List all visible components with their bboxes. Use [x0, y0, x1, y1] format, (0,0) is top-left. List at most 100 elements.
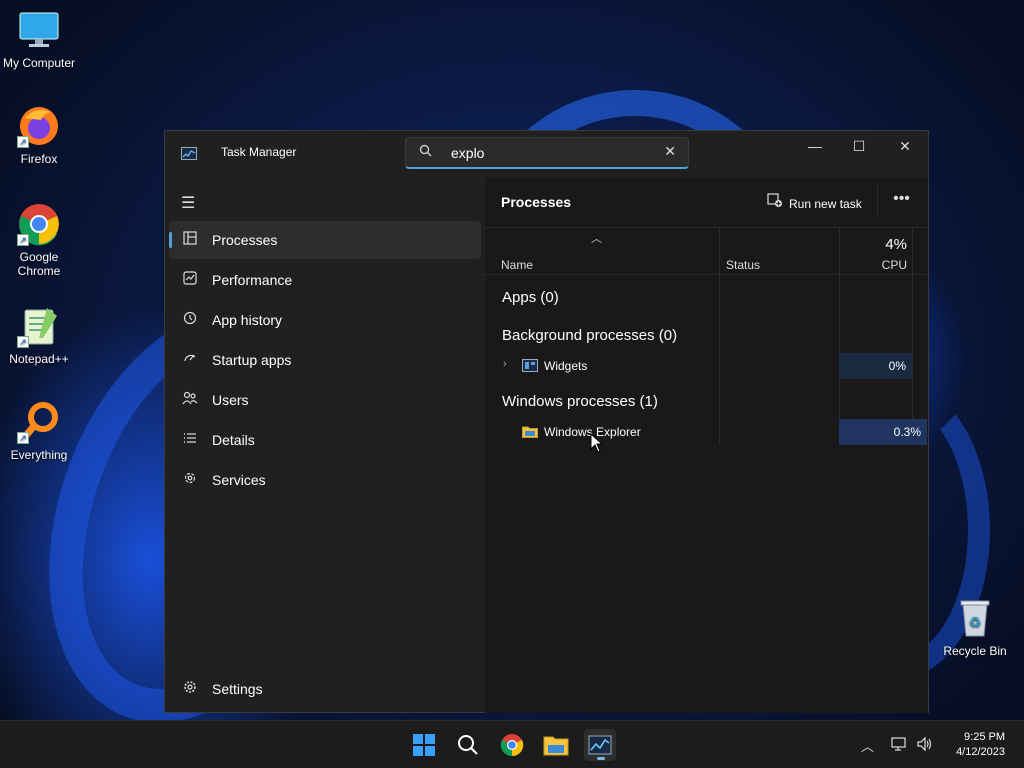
cpu-total-usage[interactable]: 4% — [885, 236, 907, 253]
sidebar-item-processes[interactable]: Processes — [169, 221, 481, 259]
search-input[interactable] — [451, 144, 651, 162]
performance-icon — [181, 271, 199, 288]
network-icon[interactable] — [890, 736, 908, 755]
sort-ascending-icon[interactable]: ︿ — [591, 230, 602, 246]
sidebar-item-label: Performance — [212, 272, 293, 288]
shortcut-arrow-icon: ↗ — [17, 234, 29, 246]
task-manager-app-icon — [181, 147, 197, 160]
sidebar-item-services[interactable]: Services — [169, 461, 481, 499]
run-new-task-button[interactable]: Run new task — [767, 193, 862, 211]
column-header-name[interactable]: Name — [501, 258, 533, 272]
hamburger-menu-icon[interactable]: ☰ — [181, 193, 195, 213]
sidebar-item-label: Users — [212, 392, 249, 408]
expand-chevron-icon[interactable]: › — [503, 358, 507, 370]
sidebar-item-settings[interactable]: Settings — [169, 670, 481, 708]
svg-text:♻: ♻ — [969, 614, 982, 630]
run-new-task-label: Run new task — [789, 197, 862, 211]
taskbar: ︿ 9:25 PM 4/12/2023 — [0, 720, 1024, 768]
search-box[interactable]: ✕ — [405, 137, 689, 169]
group-header-apps: Apps (0) — [502, 289, 559, 306]
sidebar: ☰ Processes Performance App history Star… — [165, 177, 485, 713]
page-title: Processes — [501, 194, 572, 210]
volume-icon[interactable] — [916, 736, 934, 755]
process-name: Widgets — [544, 359, 588, 373]
app-history-icon — [181, 311, 199, 328]
desktop-icon-label: Notepad++ — [9, 352, 69, 366]
title-bar[interactable]: Task Manager ✕ — ☐ ✕ — [165, 131, 928, 177]
show-hidden-icons-icon[interactable]: ︿ — [861, 736, 874, 755]
taskbar-task-manager-button[interactable] — [584, 729, 616, 761]
notepad-plus-plus-icon: ↗ — [17, 304, 61, 348]
table-header: ︿ Name Status 4% CPU — [485, 227, 928, 275]
search-icon — [458, 735, 478, 755]
chrome-icon: ↗ — [17, 202, 61, 246]
shortcut-arrow-icon: ↗ — [17, 432, 29, 444]
desktop-icon-label: My Computer — [2, 56, 76, 70]
desktop-icon-google-chrome[interactable]: ↗ Google Chrome — [0, 202, 78, 278]
sidebar-item-label: Settings — [212, 681, 263, 697]
everything-search-icon: ↗ — [17, 400, 61, 444]
details-icon — [181, 431, 199, 448]
users-icon — [181, 391, 199, 408]
process-cpu: 0.3% — [839, 419, 927, 445]
active-indicator — [169, 232, 172, 248]
more-options-button[interactable]: ••• — [877, 185, 925, 215]
sidebar-item-performance[interactable]: Performance — [169, 261, 481, 299]
desktop-icon-label: Recycle Bin — [943, 644, 1007, 658]
column-divider[interactable] — [719, 227, 720, 445]
process-cpu: 0% — [839, 353, 912, 379]
chrome-icon — [500, 734, 524, 757]
taskbar-search-button[interactable] — [452, 729, 484, 761]
minimize-button[interactable]: — — [792, 131, 838, 163]
table-row[interactable]: › Widgets 0% — [485, 353, 928, 379]
desktop-icon-label: Firefox — [20, 152, 58, 166]
sidebar-item-app-history[interactable]: App history — [169, 301, 481, 339]
clock[interactable]: 9:25 PM 4/12/2023 — [956, 730, 1005, 760]
monitor-icon — [17, 8, 61, 52]
processes-icon — [181, 231, 199, 248]
taskbar-chrome-button[interactable] — [496, 729, 528, 761]
table-row[interactable]: Windows Explorer 0.3% — [485, 419, 928, 445]
sidebar-item-details[interactable]: Details — [169, 421, 481, 459]
clear-search-icon[interactable]: ✕ — [664, 143, 676, 160]
sidebar-item-label: App history — [212, 312, 283, 328]
running-indicator — [597, 757, 605, 760]
sidebar-item-users[interactable]: Users — [169, 381, 481, 419]
widgets-icon — [522, 359, 538, 372]
start-icon — [413, 734, 435, 756]
desktop-icon-label: Google Chrome — [17, 250, 61, 278]
sidebar-item-label: Services — [212, 472, 266, 488]
shortcut-arrow-icon: ↗ — [17, 336, 29, 348]
shortcut-arrow-icon: ↗ — [17, 136, 29, 148]
folder-icon — [522, 425, 538, 438]
startup-apps-icon — [181, 351, 199, 368]
desktop-icon-recycle-bin[interactable]: ♻ Recycle Bin — [936, 596, 1014, 658]
desktop-icon-notepad-plus-plus[interactable]: ↗ Notepad++ — [0, 304, 78, 366]
desktop-icon-my-computer[interactable]: My Computer — [0, 8, 78, 70]
sidebar-item-label: Processes — [212, 232, 278, 248]
clock-date: 4/12/2023 — [956, 746, 1005, 758]
desktop-icon-firefox[interactable]: ↗ Firefox — [0, 104, 78, 166]
window-title: Task Manager — [221, 145, 297, 159]
column-header-status[interactable]: Status — [726, 258, 760, 272]
taskbar-file-explorer-button[interactable] — [540, 729, 572, 761]
processes-panel: Processes Run new task ••• ︿ Name Status… — [485, 177, 928, 713]
column-divider[interactable] — [839, 227, 840, 445]
clock-time: 9:25 PM — [964, 731, 1005, 743]
mouse-cursor-icon — [590, 433, 604, 453]
start-button[interactable] — [408, 729, 440, 761]
group-header-background-processes: Background processes (0) — [502, 327, 678, 344]
task-manager-window: Task Manager ✕ — ☐ ✕ ☰ Processes Perform… — [164, 130, 929, 713]
group-header-windows-processes: Windows processes (1) — [502, 393, 658, 410]
gear-icon — [181, 680, 199, 697]
sidebar-item-label: Details — [212, 432, 255, 448]
close-button[interactable]: ✕ — [882, 131, 928, 163]
column-header-cpu[interactable]: CPU — [882, 258, 907, 272]
sidebar-item-startup-apps[interactable]: Startup apps — [169, 341, 481, 379]
maximize-button[interactable]: ☐ — [836, 131, 882, 163]
column-divider[interactable] — [912, 227, 913, 445]
sidebar-item-label: Startup apps — [212, 352, 292, 368]
desktop-icon-everything[interactable]: ↗ Everything — [0, 400, 78, 462]
services-icon — [181, 471, 199, 488]
search-icon — [419, 144, 432, 160]
